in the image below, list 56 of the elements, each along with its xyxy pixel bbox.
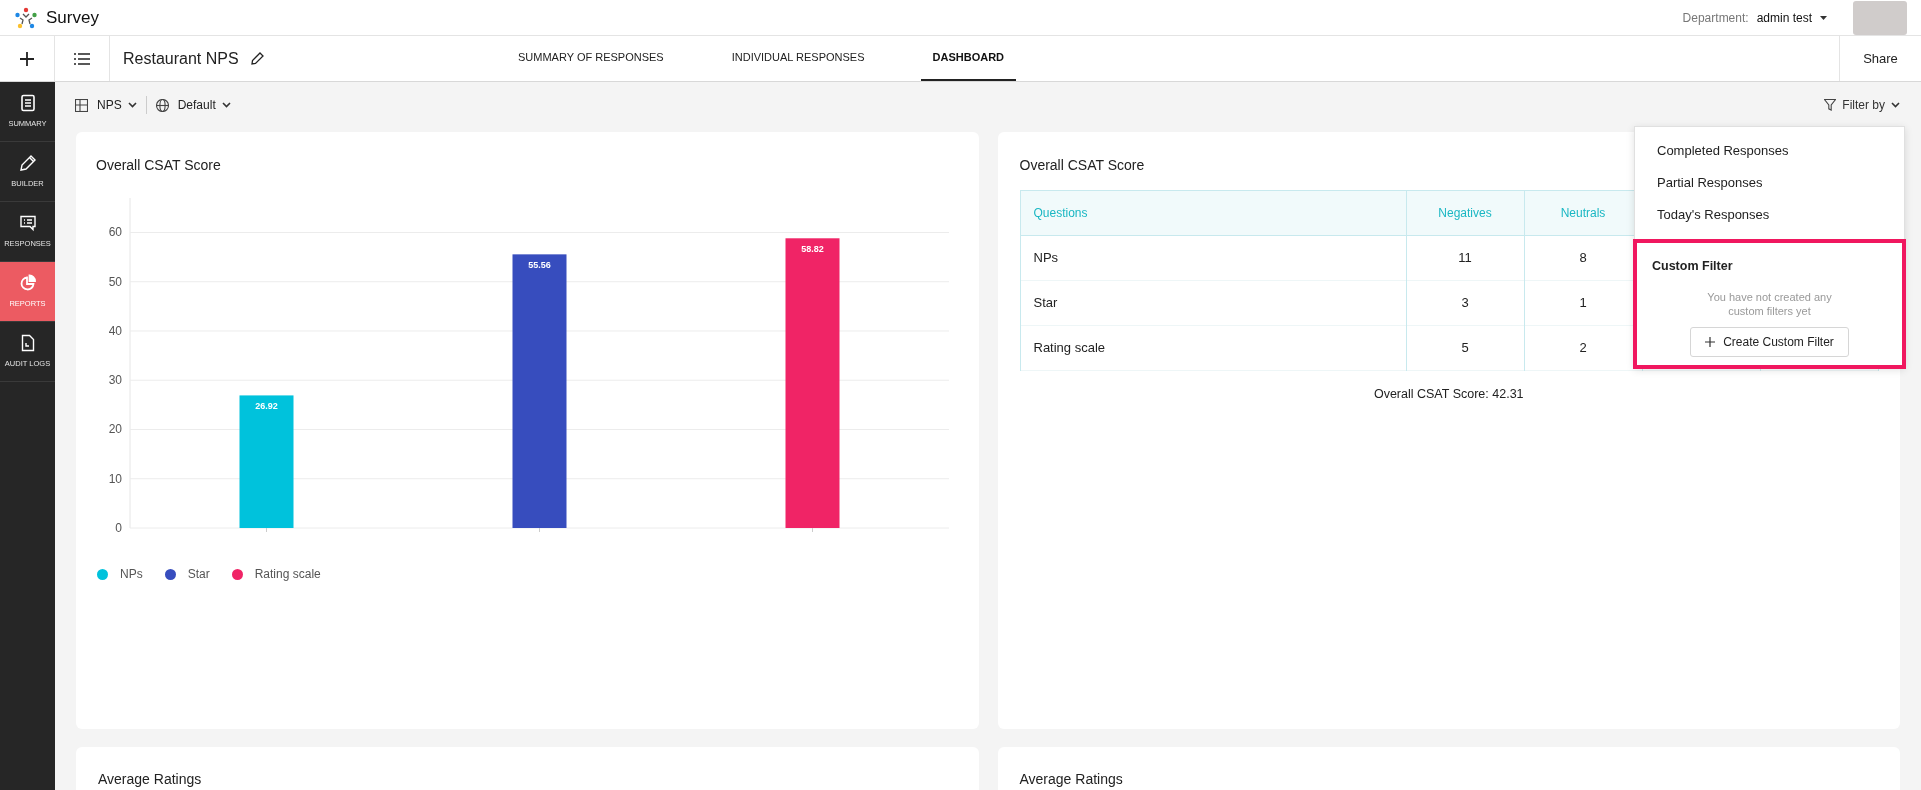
axis-tick-label: 20 bbox=[108, 422, 122, 437]
axis-tick-label: 10 bbox=[108, 471, 122, 486]
table-cell: NPs bbox=[1020, 235, 1406, 281]
table-cell: Star bbox=[1020, 280, 1406, 326]
app-name: Survey bbox=[46, 6, 99, 29]
layout-icon bbox=[75, 98, 88, 112]
list-icon bbox=[74, 52, 90, 65]
create-filter-button[interactable]: Create Custom Filter bbox=[1690, 326, 1849, 357]
pie-chart-icon bbox=[18, 273, 37, 292]
caret-icon bbox=[1820, 15, 1827, 20]
axis-tick-label: 40 bbox=[108, 324, 122, 338]
data-label: 58.82 bbox=[801, 244, 824, 255]
menu-item[interactable]: Completed Responses bbox=[1635, 135, 1904, 167]
survey-name: Restaurant NPS bbox=[123, 48, 239, 69]
document-icon bbox=[18, 93, 37, 112]
share-button[interactable]: Share bbox=[1839, 36, 1921, 81]
card-title: Overall CSAT Score bbox=[1019, 156, 1146, 175]
card-title: Average Ratings bbox=[98, 770, 203, 789]
view-dropdown[interactable]: NPS bbox=[75, 96, 137, 114]
pencil-icon bbox=[18, 153, 37, 172]
chevron-down-icon bbox=[221, 102, 231, 108]
column-header: Questions bbox=[1020, 190, 1406, 236]
axis-tick-label: 60 bbox=[108, 225, 122, 240]
table-cell: 5 bbox=[1406, 325, 1524, 371]
plus-icon bbox=[1705, 336, 1716, 347]
globe-icon bbox=[155, 98, 169, 112]
legend-label: Star bbox=[187, 566, 210, 583]
legend-label: NPs bbox=[120, 566, 143, 583]
legend-label: Rating scale bbox=[254, 566, 321, 583]
plus-icon bbox=[19, 50, 35, 67]
chevron-down-icon bbox=[127, 102, 137, 108]
filter-icon bbox=[1824, 99, 1837, 111]
data-label: 55.56 bbox=[528, 260, 551, 271]
filter-dropdown[interactable]: Filter by bbox=[1824, 96, 1900, 114]
department-dropdown[interactable]: admin test bbox=[1756, 8, 1827, 27]
axis-tick-label: 50 bbox=[108, 274, 122, 289]
tab[interactable]: INDIVIDUAL RESPONSES bbox=[719, 36, 877, 81]
section-title: Custom Filter bbox=[1651, 258, 1734, 275]
chat-list-icon bbox=[18, 213, 37, 232]
language-dropdown[interactable]: Default bbox=[155, 96, 231, 114]
card-title: Overall CSAT Score bbox=[96, 156, 222, 175]
card-title: Average Ratings bbox=[1019, 770, 1124, 789]
empty-message: You have not created any custom filters yet bbox=[1706, 289, 1833, 318]
table-cell: 11 bbox=[1406, 235, 1524, 281]
axis-tick-label: 30 bbox=[108, 373, 122, 388]
csat-summary: Overall CSAT Score: 42.31 bbox=[1372, 386, 1525, 403]
tab[interactable]: SUMMARY OF RESPONSES bbox=[506, 36, 676, 81]
column-header: Negatives bbox=[1406, 190, 1524, 236]
axis-tick-label: 0 bbox=[115, 521, 122, 535]
pencil-icon[interactable] bbox=[250, 52, 264, 65]
department-label: Department: bbox=[1682, 9, 1749, 27]
chevron-down-icon bbox=[1891, 102, 1900, 108]
people-logo-icon bbox=[14, 6, 38, 29]
table-cell: 3 bbox=[1406, 280, 1524, 326]
data-label: 26.92 bbox=[255, 401, 278, 412]
table-cell: Rating scale bbox=[1020, 325, 1406, 371]
